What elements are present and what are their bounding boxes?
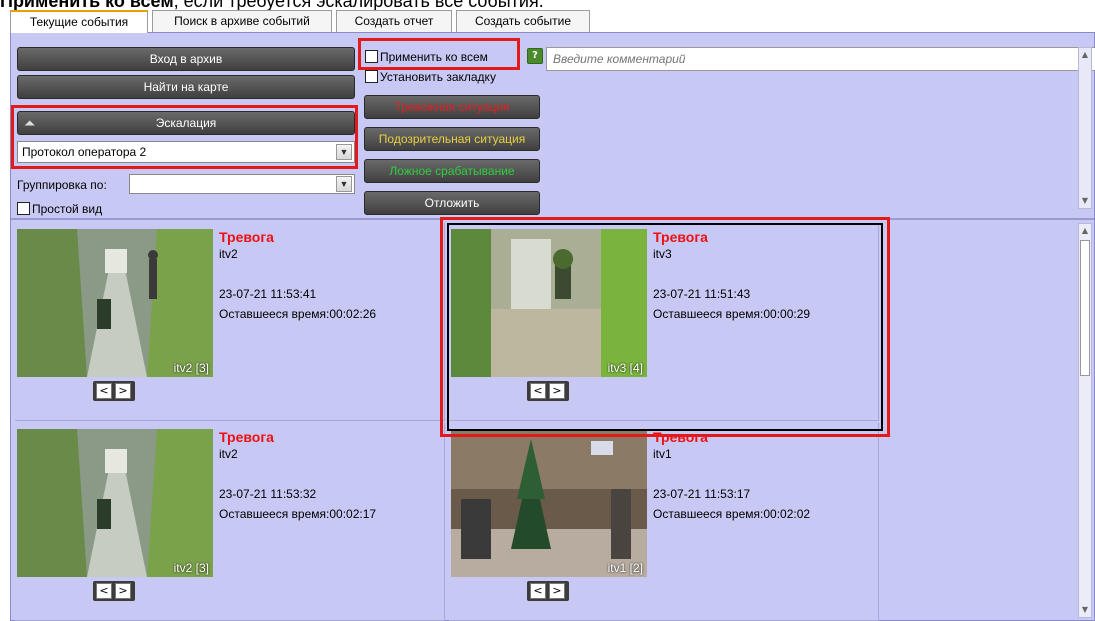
event-title: Тревога — [219, 429, 274, 445]
apply-all-label: Применить ко всем — [380, 50, 488, 64]
event-remaining: Оставшееся время:00:02:17 — [219, 507, 376, 521]
chevron-down-icon[interactable]: ▼ — [336, 176, 352, 192]
event-card[interactable]: itv2 [3] < > Тревога itv2 23-07-21 11:53… — [15, 423, 445, 621]
event-list: itv2 [3] < > Тревога itv2 23-07-21 11:53… — [15, 223, 1075, 621]
bookmark-option[interactable]: Установить закладку — [365, 69, 496, 87]
comment-scrollbar[interactable]: ▲ ▼ — [1078, 47, 1092, 209]
thumbnail-nav: < > — [527, 381, 569, 401]
events-window: Вход в архив Найти на карте ⏶ Эскалация … — [10, 32, 1095, 621]
thumbnail-label: itv3 [4] — [607, 361, 643, 375]
remaining-value: 00:02:02 — [763, 507, 811, 521]
next-icon[interactable]: > — [549, 383, 565, 399]
escalation-button[interactable]: ⏶ Эскалация — [17, 111, 355, 135]
event-thumbnail[interactable]: itv3 [4] — [451, 229, 647, 377]
event-time: 23-07-21 11:51:43 — [653, 287, 751, 301]
event-camera: itv3 — [653, 247, 672, 261]
prev-icon[interactable]: < — [96, 383, 112, 399]
event-remaining: Оставшееся время:00:02:26 — [219, 307, 376, 321]
event-time: 23-07-21 11:53:17 — [653, 487, 751, 501]
thumbnail-label: itv2 [3] — [173, 561, 209, 575]
comment-input[interactable] — [546, 47, 1095, 71]
tab-bar: Текущие события Поиск в архиве событий С… — [0, 10, 1095, 33]
bookmark-label: Установить закладку — [380, 70, 496, 84]
remaining-label: Оставшееся время: — [219, 307, 330, 321]
event-title: Тревога — [653, 429, 708, 445]
event-thumbnail[interactable]: itv1 [2] — [451, 429, 647, 577]
chevron-down-icon[interactable]: ▼ — [336, 144, 352, 160]
remaining-label: Оставшееся время: — [653, 507, 764, 521]
event-thumbnail[interactable]: itv2 [3] — [17, 429, 213, 577]
scroll-down-icon[interactable]: ▼ — [1079, 603, 1091, 617]
simple-view-checkbox[interactable] — [17, 202, 30, 215]
false-alarm-button[interactable]: Ложное срабатывание — [364, 159, 540, 183]
camera-frame — [17, 229, 213, 377]
collapse-icon: ⏶ — [24, 115, 36, 131]
camera-frame — [451, 229, 647, 377]
group-by-label: Группировка по: — [17, 178, 107, 192]
event-time: 23-07-21 11:53:41 — [219, 287, 317, 301]
event-time: 23-07-21 11:53:32 — [219, 487, 317, 501]
remaining-value: 00:02:17 — [329, 507, 377, 521]
event-title: Тревога — [653, 229, 708, 245]
thumbnail-label: itv1 [2] — [607, 561, 643, 575]
remaining-label: Оставшееся время: — [219, 507, 330, 521]
thumbnail-label: itv2 [3] — [173, 361, 209, 375]
group-by-select[interactable]: ▼ — [129, 174, 355, 194]
event-remaining: Оставшееся время:00:02:02 — [653, 507, 810, 521]
apply-all-option[interactable]: Применить ко всем — [365, 49, 488, 67]
protocol-value: Протокол оператора 2 — [22, 145, 147, 159]
next-icon[interactable]: > — [115, 583, 131, 599]
alarm-situation-button[interactable]: Тревожная ситуация — [364, 95, 540, 119]
scroll-down-icon[interactable]: ▼ — [1079, 194, 1091, 208]
archive-button[interactable]: Вход в архив — [17, 47, 355, 71]
section-divider — [11, 218, 1094, 220]
camera-frame — [17, 429, 213, 577]
simple-view-option[interactable]: Простой вид — [17, 201, 102, 219]
event-card[interactable]: itv3 [4] < > Тревога itv3 23-07-21 11:51… — [449, 223, 879, 421]
camera-frame — [451, 429, 647, 577]
tab-archive-search[interactable]: Поиск в архиве событий — [152, 10, 332, 32]
thumbnail-nav: < > — [93, 381, 135, 401]
protocol-select[interactable]: Протокол оператора 2 ▼ — [17, 141, 355, 163]
next-icon[interactable]: > — [115, 383, 131, 399]
simple-view-label: Простой вид — [32, 202, 103, 216]
escalation-label: Эскалация — [155, 116, 217, 130]
postpone-button[interactable]: Отложить — [364, 191, 540, 215]
event-card[interactable]: itv2 [3] < > Тревога itv2 23-07-21 11:53… — [15, 223, 445, 421]
scroll-up-icon[interactable]: ▲ — [1079, 224, 1091, 238]
tab-create-event[interactable]: Создать событие — [456, 10, 590, 32]
suspicious-situation-button[interactable]: Подозрительная ситуация — [364, 127, 540, 151]
prev-icon[interactable]: < — [530, 583, 546, 599]
event-camera: itv2 — [219, 447, 238, 461]
event-thumbnail[interactable]: itv2 [3] — [17, 229, 213, 377]
prev-icon[interactable]: < — [530, 383, 546, 399]
event-remaining: Оставшееся время:00:00:29 — [653, 307, 810, 321]
event-camera: itv2 — [219, 247, 238, 261]
scroll-up-icon[interactable]: ▲ — [1079, 48, 1091, 62]
remaining-value: 00:02:26 — [329, 307, 377, 321]
remaining-label: Оставшееся время: — [653, 307, 764, 321]
thumbnail-nav: < > — [93, 581, 135, 601]
apply-all-checkbox[interactable] — [365, 50, 378, 63]
bookmark-checkbox[interactable] — [365, 70, 378, 83]
help-icon[interactable]: ? — [527, 48, 543, 64]
find-on-map-button[interactable]: Найти на карте — [17, 75, 355, 99]
event-title: Тревога — [219, 229, 274, 245]
event-camera: itv1 — [653, 447, 672, 461]
event-card[interactable]: itv1 [2] < > Тревога itv1 23-07-21 11:53… — [449, 423, 879, 621]
prev-icon[interactable]: < — [96, 583, 112, 599]
remaining-value: 00:00:29 — [763, 307, 811, 321]
thumbnail-nav: < > — [527, 581, 569, 601]
tab-current-events[interactable]: Текущие события — [10, 10, 148, 33]
event-list-scrollbar[interactable]: ▲ ▼ — [1078, 223, 1092, 618]
tab-create-report[interactable]: Создать отчет — [336, 10, 452, 32]
next-icon[interactable]: > — [549, 583, 565, 599]
scroll-thumb[interactable] — [1080, 240, 1090, 376]
